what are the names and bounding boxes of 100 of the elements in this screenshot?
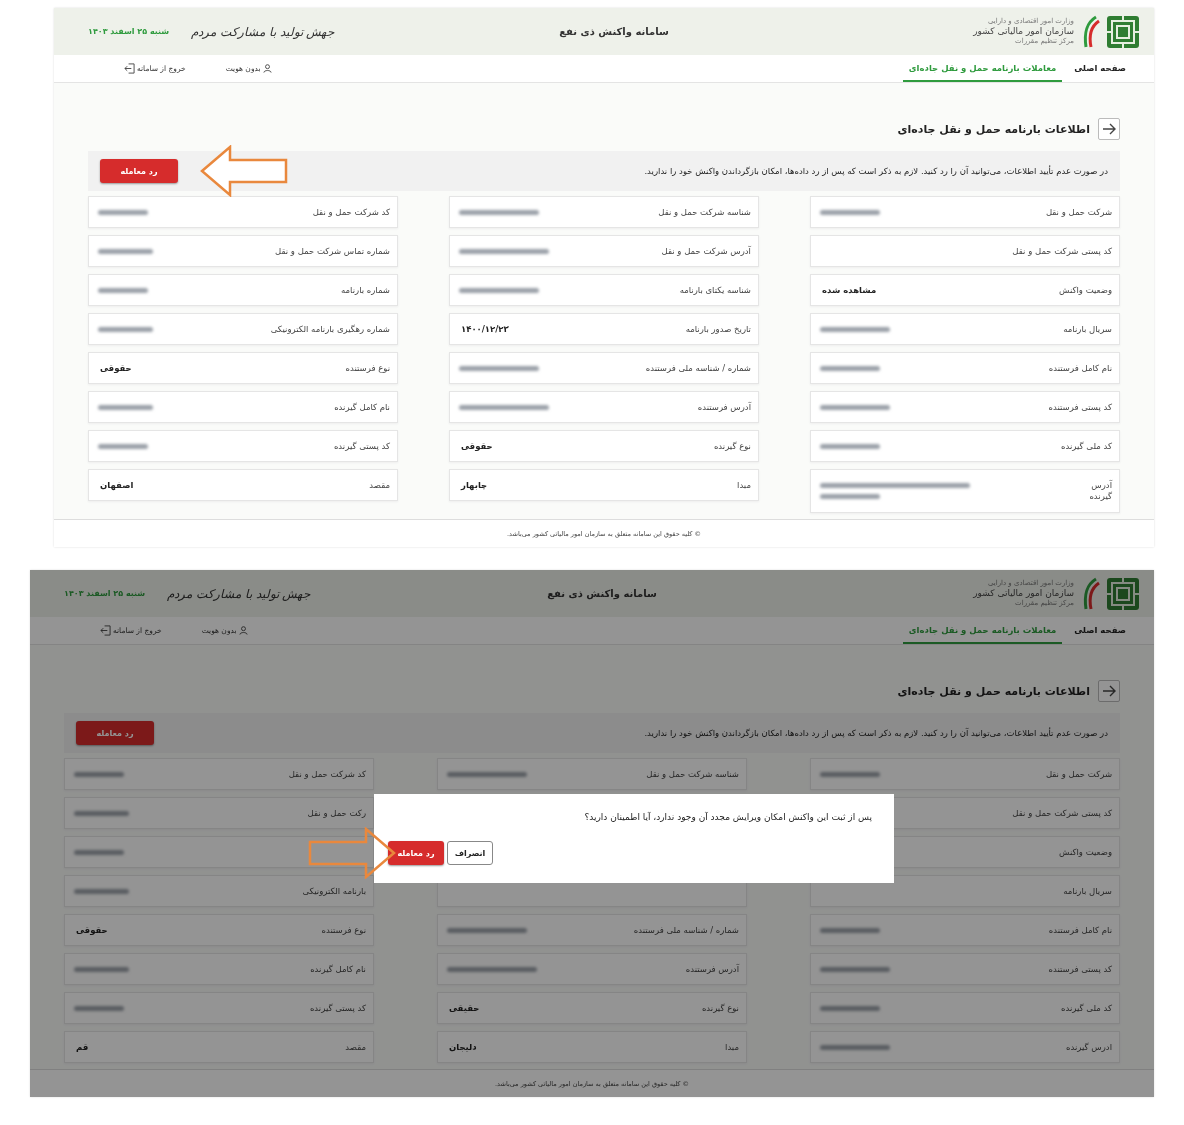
field-label: نوع فرستنده	[345, 363, 390, 373]
field-value: ۱۴۰۰/۱۲/۲۳	[461, 324, 509, 334]
cancel-button[interactable]: انصراف	[447, 841, 493, 865]
field-label: کد ملی گیرنده	[1061, 1003, 1112, 1013]
field-label: کد پستی شرکت حمل و نقل	[1012, 808, 1112, 818]
arrow-icon	[1102, 123, 1116, 135]
field-label: مبدا	[737, 480, 751, 490]
blurred-value	[820, 209, 880, 215]
field-label: شناسه یکتای بارنامه	[679, 285, 751, 295]
field-label: بارنامه الکترونیکی	[302, 886, 366, 896]
field-label: شماره بارنامه	[341, 285, 390, 295]
blurred-value	[74, 966, 129, 972]
field-label: آدرس شرکت حمل و نقل	[661, 246, 751, 256]
logout-icon	[124, 63, 135, 74]
field-label: شماره / شناسه ملی فرستنده	[645, 363, 751, 373]
page-title: اطلاعات بارنامه حمل و نقل جاده‌ای	[897, 122, 1090, 136]
field-label: مقصد	[345, 1042, 366, 1052]
back-button[interactable]	[1098, 118, 1120, 140]
field-label: شماره رهگیری بارنامه الکترونیکی	[270, 324, 390, 334]
blurred-value	[98, 209, 148, 215]
field-label: شناسه شرکت حمل و نقل	[646, 769, 739, 779]
field-value: حقوقی	[76, 925, 108, 935]
field-value: اصفهان	[100, 480, 134, 490]
notice-text: در صورت عدم تأیید اطلاعات، می‌توانید آن را رد کنید. لازم به ذکر است که پس از رد داده‌ها، امکان بازگرداندن واکنش خود را ندارید.	[644, 166, 1108, 176]
field-value: حقیقی	[449, 1003, 480, 1013]
field-label: نوع فرستنده	[321, 925, 366, 935]
dialog-message: پس از ثبت این واکنش امکان ویرایش مجدد آن وجود ندارد، آیا اطمینان دارید؟	[583, 812, 872, 822]
field-label: کد پستی فرستنده	[1048, 402, 1112, 412]
blurred-value	[98, 326, 153, 332]
field-label: آدرس فرستنده	[697, 402, 751, 412]
blurred-value	[820, 494, 880, 499]
user-icon	[262, 64, 272, 73]
system-title: سامانه واکنش ذی نفع	[558, 26, 670, 37]
reject-button[interactable]: رد معامله	[100, 159, 178, 183]
reject-button[interactable]: رد معامله	[388, 841, 444, 865]
field-label: شناسه شرکت حمل و نقل	[658, 207, 751, 217]
blurred-value	[98, 443, 148, 449]
blurred-value	[74, 771, 124, 777]
field-label: وضعیت واکنش	[1059, 847, 1112, 857]
system-title: سامانه واکنش ذی نفع	[546, 588, 658, 599]
slogan: جهش تولید با مشارکت مردم	[191, 24, 335, 39]
field-label: آدرس فرستنده	[685, 964, 739, 974]
logout-icon	[100, 625, 111, 636]
organization-name: سازمان امور مالیاتی کشور	[973, 587, 1074, 600]
field-value: چابهار	[461, 480, 488, 490]
blurred-value	[98, 287, 148, 293]
field-label: سریال بارنامه	[1063, 324, 1112, 334]
field-label: کد پستی گیرنده	[333, 441, 390, 451]
field-label: نام کامل گیرنده	[310, 964, 366, 974]
field-label: کد ملی گیرنده	[1061, 441, 1112, 451]
page-title: اطلاعات بارنامه حمل و نقل جاده‌ای	[897, 684, 1090, 698]
blurred-value	[820, 1005, 880, 1011]
blurred-value	[98, 404, 153, 410]
user-icon	[238, 626, 248, 635]
field-label: کد پستی شرکت حمل و نقل	[1012, 246, 1112, 256]
organization-name: سازمان امور مالیاتی کشور	[973, 25, 1074, 38]
field-label: کد پستی گیرنده	[309, 1003, 366, 1013]
field-label: نام کامل فرستنده	[1048, 363, 1112, 373]
blurred-value	[820, 404, 890, 410]
back-button[interactable]	[1098, 680, 1120, 702]
field-value: حقوقی	[100, 363, 132, 373]
field-label: کد پستی فرستنده	[1048, 964, 1112, 974]
emblem-icon	[1106, 14, 1140, 49]
field-label: ادرس گیرنده	[1066, 1042, 1112, 1052]
blurred-value	[820, 1044, 890, 1050]
blurred-value	[74, 1005, 124, 1011]
field-label: سریال بارنامه	[1063, 886, 1112, 896]
field-label: کد شرکت حمل و نقل	[312, 207, 390, 217]
date: شنبه ۲۵ اسفند ۱۴۰۳	[64, 589, 146, 598]
field-label: وضعیت واکنش	[1059, 285, 1112, 295]
blurred-value	[74, 849, 124, 855]
blurred-value	[74, 810, 129, 816]
field-label: کد شرکت حمل و نقل	[288, 769, 366, 779]
field-value: مشاهده شده	[822, 285, 877, 295]
blurred-value	[74, 888, 129, 894]
field-label: آدرس گیرنده	[1088, 479, 1112, 503]
blurred-value	[820, 927, 880, 933]
blurred-value	[820, 326, 890, 332]
field-label: رکت حمل و نقل	[307, 808, 366, 818]
field-label: مقصد	[369, 480, 390, 490]
field-label: نوع گیرنده	[701, 1003, 739, 1013]
blurred-value	[820, 365, 880, 371]
field-label: نوع گیرنده	[713, 441, 751, 451]
slogan: جهش تولید با مشارکت مردم	[167, 586, 311, 601]
field-label: مبدا	[725, 1042, 739, 1052]
nav-tab[interactable]: صفحه اصلی	[1068, 617, 1132, 644]
field-label: شماره / شناسه ملی فرستنده	[633, 925, 739, 935]
field-label: شرکت حمل و نقل	[1045, 769, 1112, 779]
notice-text: در صورت عدم تأیید اطلاعات، می‌توانید آن را رد کنید. لازم به ذکر است که پس از رد داده‌ها، امکان بازگرداندن واکنش خود را ندارید.	[644, 728, 1108, 738]
blurred-value	[820, 771, 880, 777]
reject-button[interactable]: رد معامله	[76, 721, 154, 745]
blurred-value	[820, 443, 880, 449]
field-label: شرکت حمل و نقل	[1045, 207, 1112, 217]
nav-tab[interactable]: صفحه اصلی	[1068, 55, 1132, 82]
nav-tab[interactable]: معاملات بارنامه حمل و نقل جاده‌ای	[902, 55, 1063, 82]
field-value: حقوقی	[461, 441, 493, 451]
blurred-value	[820, 966, 890, 972]
arrow-icon	[1102, 685, 1116, 697]
field-label: تاریخ صدور بارنامه	[685, 324, 751, 334]
field-label: نام کامل فرستنده	[1048, 925, 1112, 935]
